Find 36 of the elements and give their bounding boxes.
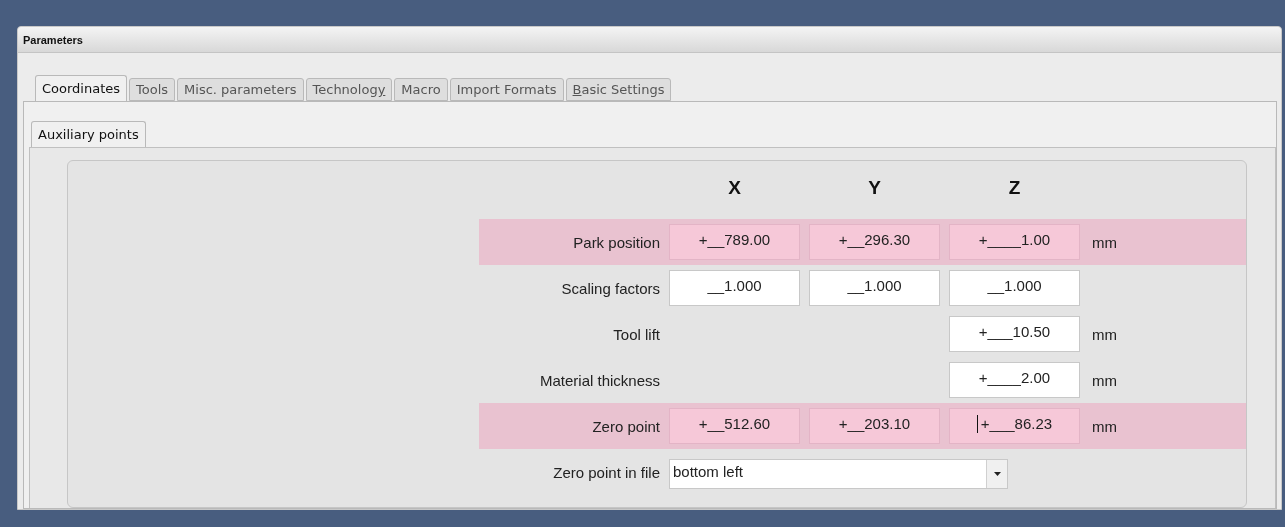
- field-label: Tool lift: [613, 325, 660, 343]
- number-field[interactable]: __1.000: [669, 270, 800, 306]
- number-field[interactable]: +__203.10: [809, 408, 940, 444]
- unit-label: mm: [1091, 371, 1118, 389]
- number-field[interactable]: +__789.00: [669, 224, 800, 260]
- tab[interactable]: Misc. parameters: [177, 78, 304, 101]
- number-field[interactable]: +__512.60: [669, 408, 800, 444]
- tab[interactable]: Coordinates: [35, 75, 128, 101]
- number-field[interactable]: +____1.00: [949, 224, 1080, 260]
- tab[interactable]: Basic Settings: [565, 78, 672, 101]
- field-label: Zero point: [592, 417, 660, 435]
- tab[interactable]: Technology: [305, 78, 393, 101]
- text-cursor: [976, 415, 978, 433]
- dropdown-arrow-icon: [993, 472, 1001, 476]
- tab[interactable]: Auxiliary points: [31, 121, 146, 147]
- field-label: Scaling factors: [561, 279, 660, 297]
- unit-label: mm: [1091, 325, 1118, 343]
- field-label: Zero point in file: [553, 463, 660, 481]
- field-label: Material thickness: [539, 371, 660, 389]
- tab[interactable]: Macro: [394, 78, 448, 101]
- unit-label: mm: [1091, 233, 1118, 251]
- column-header: Z: [1008, 177, 1021, 199]
- column-header: X: [728, 177, 741, 199]
- tab[interactable]: Tools: [129, 78, 176, 101]
- number-field[interactable]: __1.000: [809, 270, 940, 306]
- number-field[interactable]: +___86.23: [949, 408, 1080, 444]
- number-field[interactable]: +__296.30: [809, 224, 940, 260]
- unit-label: mm: [1091, 417, 1118, 435]
- dropdown[interactable]: bottom left: [669, 459, 1008, 489]
- number-field[interactable]: +____2.00: [949, 362, 1080, 398]
- window-title: Parameters: [23, 33, 83, 46]
- number-field[interactable]: +___10.50: [949, 316, 1080, 352]
- tab[interactable]: Import Formats: [449, 78, 564, 101]
- field-label: Park position: [573, 233, 660, 251]
- column-header: Y: [868, 177, 881, 199]
- number-field[interactable]: __1.000: [949, 270, 1080, 306]
